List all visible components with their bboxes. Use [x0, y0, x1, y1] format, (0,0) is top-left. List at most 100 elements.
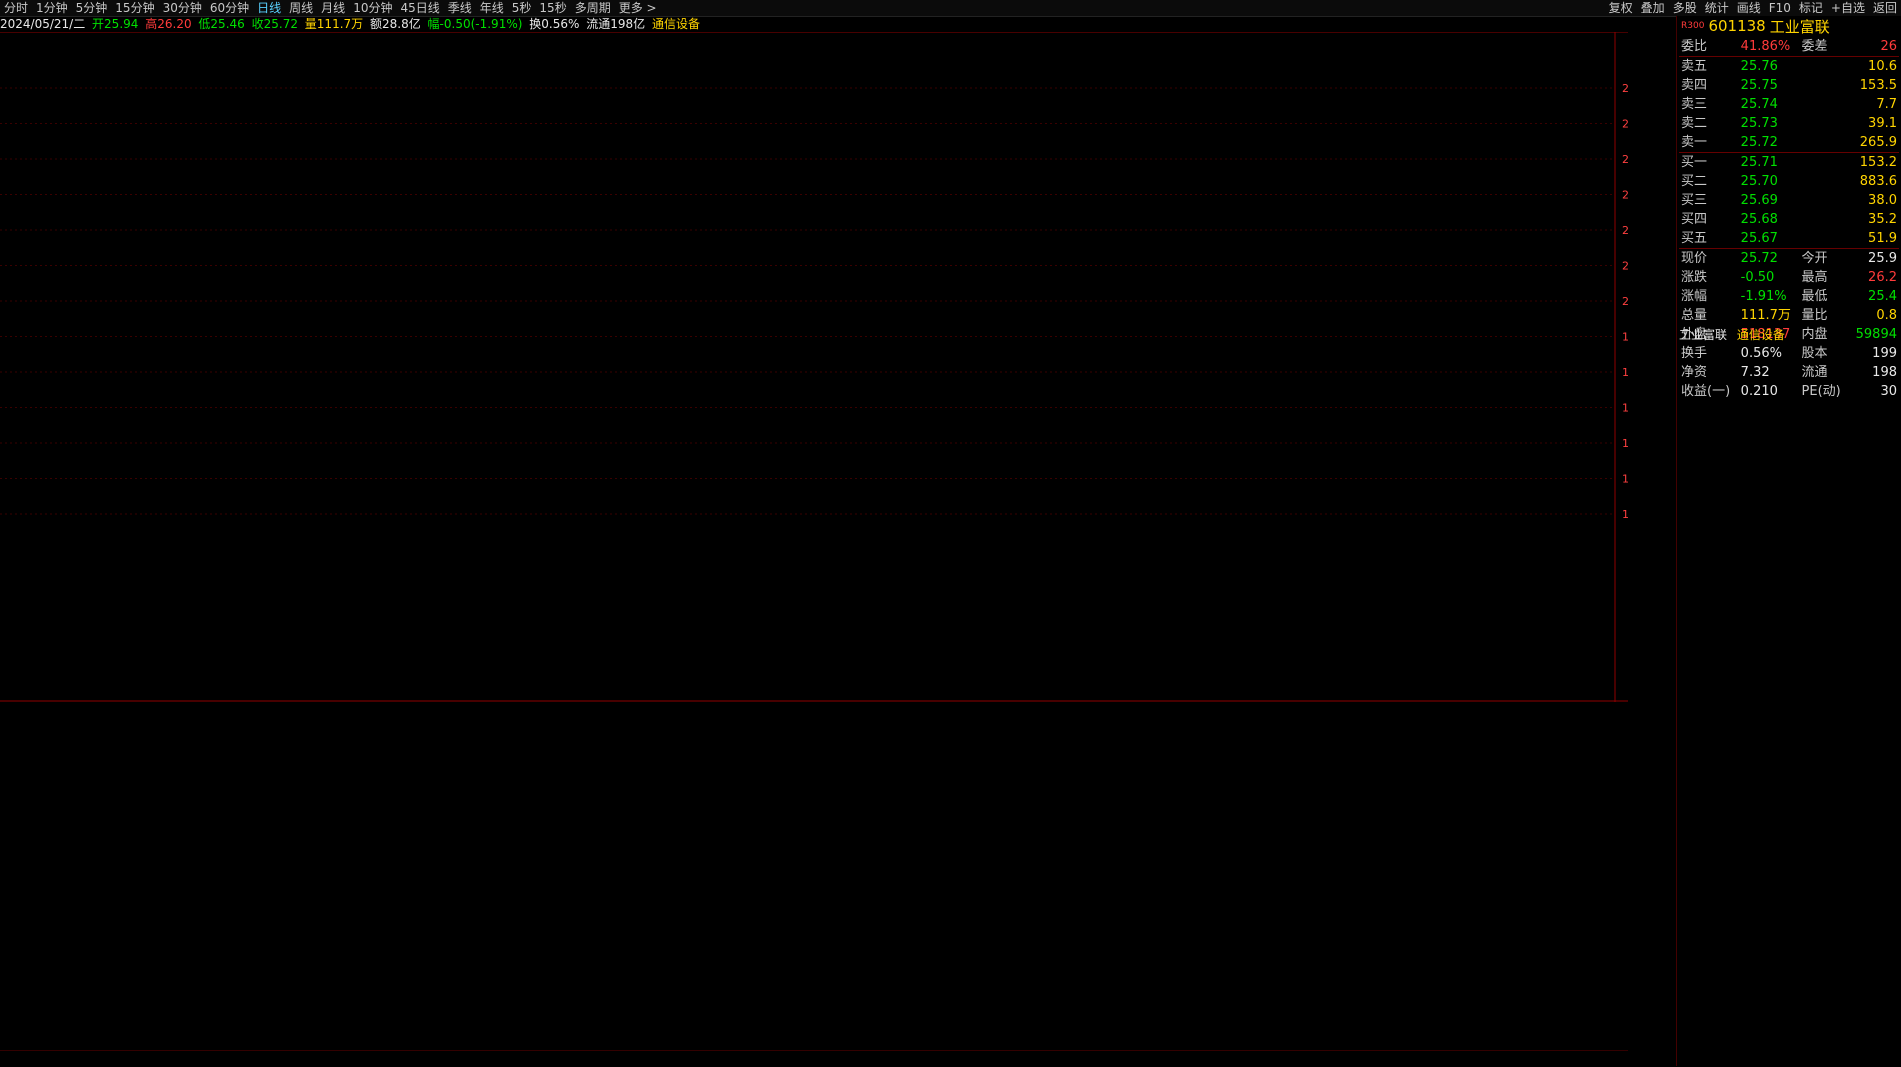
bid-volume: 883.6: [1859, 174, 1897, 189]
stat-label: 涨跌: [1681, 270, 1708, 285]
tool-button-0[interactable]: 复权: [1605, 0, 1637, 16]
period-tab-14[interactable]: 15秒: [535, 0, 570, 16]
ask-label: 卖二: [1681, 116, 1708, 131]
stat-value: 25.9: [1868, 251, 1897, 266]
info-change: 幅-0.50(-1.91%): [427, 17, 523, 31]
stat-value: 26.2: [1868, 270, 1897, 285]
bid-label: 买一: [1681, 155, 1708, 170]
mini-stock-name: 工业富联: [1679, 328, 1728, 342]
quote-panel: R300 601138 工业富联 委比 41.86% 委差 26 卖五 25.76…: [1676, 16, 1901, 1066]
ask-row: 卖二 25.73 39.1: [1679, 114, 1899, 133]
period-tab-12[interactable]: 年线: [476, 0, 508, 16]
price-axis-label: 18.00: [1622, 366, 1628, 379]
ask-label: 卖五: [1681, 59, 1708, 74]
tool-button-1[interactable]: 叠加: [1637, 0, 1669, 16]
stat-value: 25.4: [1868, 289, 1897, 304]
tool-button-3[interactable]: 统计: [1701, 0, 1733, 16]
stat-label: 今开: [1801, 251, 1828, 266]
bid-label: 买二: [1681, 174, 1708, 189]
quote-name: 工业富联: [1769, 17, 1830, 36]
period-tab-4[interactable]: 30分钟: [159, 0, 206, 16]
tool-button-8[interactable]: 返回: [1869, 0, 1901, 16]
mini-chart-title: 工业富联 通信设备: [1679, 326, 1785, 343]
stat-value: 0.8: [1876, 308, 1897, 323]
ask-label: 卖一: [1681, 135, 1708, 150]
period-tab-9[interactable]: 10分钟: [349, 0, 396, 16]
bid-label: 买三: [1681, 193, 1708, 208]
period-tab-1[interactable]: 1分钟: [32, 0, 72, 16]
bid-row: 买三 25.69 38.0: [1679, 191, 1899, 210]
info-date: 2024/05/21/二: [0, 17, 86, 31]
ask-row: 卖四 25.75 153.5: [1679, 76, 1899, 95]
mini-sector: 通信设备: [1736, 328, 1785, 342]
period-tabs: 分时 1分钟 5分钟 15分钟 30分钟 60分钟 日线 周线 月线 10分钟 45日线 季线 年线 5秒…: [0, 0, 661, 16]
bid-price: 25.71: [1740, 155, 1778, 170]
stat-value: -0.50: [1740, 270, 1775, 285]
ask-volume: 153.5: [1859, 78, 1897, 93]
bid-levels: 买一 25.71 153.2 买二 25.70 883.6 买三 25.69 38.0 买四 25.…: [1679, 152, 1899, 249]
stat-label: 现价: [1681, 251, 1708, 266]
period-tab-3[interactable]: 15分钟: [111, 0, 158, 16]
price-axis-label: 14.00: [1622, 508, 1628, 521]
info-float: 流通198亿: [586, 17, 646, 31]
price-axis-label: 15.00: [1622, 473, 1628, 486]
info-open: 开25.94: [92, 17, 139, 31]
indicator-chart[interactable]: [0, 705, 1628, 1050]
tool-button-7[interactable]: +自选: [1827, 0, 1869, 16]
period-tab-7[interactable]: 周线: [285, 0, 317, 16]
period-tab-2[interactable]: 5分钟: [72, 0, 112, 16]
ask-price: 25.75: [1740, 78, 1778, 93]
quote-code: 601138: [1708, 17, 1766, 35]
intraday-mini-chart[interactable]: [1677, 342, 1901, 1066]
info-high: 高26.20: [145, 17, 192, 31]
bid-volume: 153.2: [1859, 155, 1897, 170]
candlestick-chart[interactable]: 26.00 25.00 24.00 23.00 22.00 21.00 20.00 19.00…: [0, 32, 1628, 702]
weicha-label: 委差: [1801, 39, 1828, 54]
info-volume: 量111.7万: [304, 17, 364, 31]
bid-volume: 35.2: [1868, 212, 1897, 227]
ask-volume: 7.7: [1876, 97, 1897, 112]
bid-volume: 38.0: [1868, 193, 1897, 208]
tool-button-6[interactable]: 标记: [1795, 0, 1827, 16]
weibi-label: 委比: [1681, 39, 1708, 54]
period-tab-16[interactable]: 更多 >: [615, 0, 661, 16]
bid-price: 25.67: [1740, 231, 1778, 246]
chart-tools: 复权 叠加 多股 统计 画线 F10 标记 +自选 返回: [1605, 0, 1901, 16]
period-tab-10[interactable]: 45日线: [396, 0, 443, 16]
ask-volume: 265.9: [1859, 135, 1897, 150]
ask-label: 卖三: [1681, 97, 1708, 112]
period-tab-13[interactable]: 5秒: [508, 0, 536, 16]
ask-volume: 10.6: [1868, 59, 1897, 74]
tool-button-2[interactable]: 多股: [1669, 0, 1701, 16]
period-tab-11[interactable]: 季线: [444, 0, 476, 16]
period-tab-5[interactable]: 60分钟: [206, 0, 253, 16]
tool-button-5[interactable]: F10: [1765, 0, 1795, 16]
period-tab-15[interactable]: 多周期: [571, 0, 615, 16]
bid-row: 买四 25.68 35.2: [1679, 210, 1899, 229]
stat-label: 量比: [1801, 308, 1828, 323]
stat-row: 总量 111.7万 量比 0.8: [1679, 306, 1899, 325]
stat-label: 最低: [1801, 289, 1828, 304]
price-axis-label: 26.00: [1622, 82, 1628, 95]
ohlc-info-line: 2024/05/21/二 开25.94 高26.20 低25.46 收25.72…: [0, 16, 703, 32]
period-tab-0[interactable]: 分时: [0, 0, 32, 16]
ask-row: 卖一 25.72 265.9: [1679, 133, 1899, 153]
period-tab-8[interactable]: 月线: [317, 0, 349, 16]
period-tab-6[interactable]: 日线: [253, 0, 285, 16]
bid-row: 买一 25.71 153.2: [1679, 152, 1899, 173]
weibi-row: 委比 41.86% 委差 26: [1679, 37, 1899, 57]
ask-price: 25.72: [1740, 135, 1778, 150]
bid-row: 买五 25.67 51.9: [1679, 229, 1899, 249]
price-axis-label: 21.00: [1622, 260, 1628, 273]
weibi-value: 41.86%: [1740, 39, 1791, 54]
ask-price: 25.74: [1740, 97, 1778, 112]
info-sector[interactable]: 通信设备: [652, 17, 700, 31]
tool-button-4[interactable]: 画线: [1733, 0, 1765, 16]
stat-label: 最高: [1801, 270, 1828, 285]
stat-row: 涨幅 -1.91% 最低 25.4: [1679, 287, 1899, 306]
bid-volume: 51.9: [1868, 231, 1897, 246]
bid-label: 买五: [1681, 231, 1708, 246]
price-axis-label: 22.00: [1622, 224, 1628, 237]
bid-row: 买二 25.70 883.6: [1679, 172, 1899, 191]
stat-value: 25.72: [1740, 251, 1778, 266]
